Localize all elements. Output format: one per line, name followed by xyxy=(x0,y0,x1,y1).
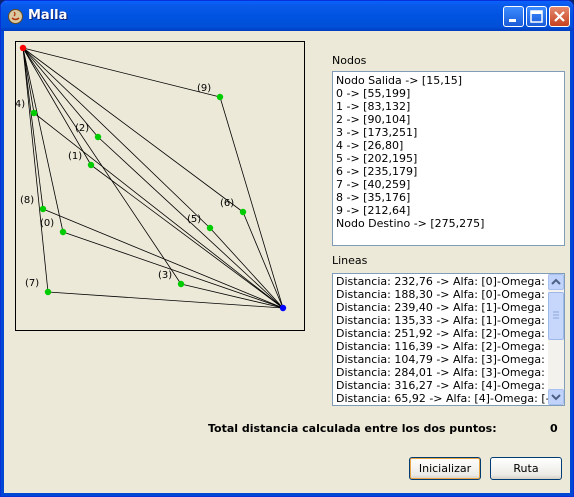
total-distance-value: 0 xyxy=(550,422,558,435)
graph-origin-node[interactable] xyxy=(19,44,27,52)
nodo-list-item[interactable]: 9 -> [212,64] xyxy=(333,204,564,217)
scroll-thumb[interactable] xyxy=(548,292,564,340)
lineas-list[interactable]: Distancia: 232,76 -> Alfa: [0]-Omega: [-… xyxy=(332,273,565,406)
edge-origin-node-5 xyxy=(22,47,211,229)
nodo-list-item[interactable]: 5 -> [202,195] xyxy=(333,152,564,165)
nodo-list-item[interactable]: 6 -> [235,179] xyxy=(333,165,564,178)
graph-node-label: (7) xyxy=(25,278,39,289)
scroll-down-arrow[interactable] xyxy=(548,389,564,405)
graph-node-1[interactable] xyxy=(87,161,95,169)
nodo-list-item[interactable]: 0 -> [55,199] xyxy=(333,87,564,100)
graph-destination-node[interactable] xyxy=(279,304,287,312)
nodo-list-item[interactable]: 7 -> [40,259] xyxy=(333,178,564,191)
edge-origin-node-8 xyxy=(22,47,44,210)
linea-list-item[interactable]: Distancia: 135,33 -> Alfa: [1]-Omega: [-… xyxy=(333,314,564,327)
nodos-list[interactable]: Nodo Salida -> [15,15] 0 -> [55,199] 1 -> … xyxy=(332,71,565,246)
linea-list-item[interactable]: Distancia: 116,39 -> Alfa: [2]-Omega: [-… xyxy=(333,340,564,353)
graph-node-2[interactable] xyxy=(94,133,102,141)
scroll-up-arrow[interactable] xyxy=(548,274,564,290)
graph-node-label: (6) xyxy=(220,198,234,209)
graph-node-label: (8) xyxy=(20,195,34,206)
graph-node-0[interactable] xyxy=(59,228,67,236)
graph-node-7[interactable] xyxy=(44,288,52,296)
linea-list-item[interactable]: Distancia: 232,76 -> Alfa: [0]-Omega: [-… xyxy=(333,275,564,288)
edge-node-0-destination xyxy=(62,231,284,309)
window-frame-left xyxy=(1,31,4,496)
lineas-scrollbar[interactable] xyxy=(548,274,564,405)
maximize-button[interactable] xyxy=(526,6,547,27)
maximize-icon xyxy=(530,10,543,23)
edge-node-5-destination xyxy=(209,227,284,309)
nodo-list-item[interactable]: 3 -> [173,251] xyxy=(333,126,564,139)
graph-node-9[interactable] xyxy=(216,93,224,101)
graph-node-8[interactable] xyxy=(39,205,47,213)
graph-node-label: (1) xyxy=(68,151,82,162)
nodos-label: Nodos xyxy=(332,54,367,67)
edge-origin-node-9 xyxy=(22,47,221,98)
nodo-list-item[interactable]: Nodo Salida -> [15,15] xyxy=(333,74,564,87)
java-app-icon xyxy=(8,9,23,24)
linea-list-item[interactable]: Distancia: 104,79 -> Alfa: [3]-Omega: [-… xyxy=(333,353,564,366)
graph-node-3[interactable] xyxy=(177,280,185,288)
close-icon xyxy=(554,11,565,22)
nodo-list-item[interactable]: 2 -> [90,104] xyxy=(333,113,564,126)
linea-list-item[interactable]: Distancia: 188,30 -> Alfa: [0]-Omega: [-… xyxy=(333,288,564,301)
grip-icon xyxy=(553,311,559,319)
graph-node-label: (0) xyxy=(40,218,54,229)
graph-node-label: (4) xyxy=(16,99,25,110)
title-bar[interactable]: Malla xyxy=(1,1,573,31)
graph-node-5[interactable] xyxy=(206,224,214,232)
edge-node-1-destination xyxy=(90,164,284,309)
chevron-down-icon xyxy=(551,394,561,401)
graph-node-label: (3) xyxy=(158,270,172,281)
window-title: Malla xyxy=(28,8,68,23)
nodo-list-item[interactable]: 4 -> [26,80] xyxy=(333,139,564,152)
total-distance-label: Total distancia calculada entre los dos … xyxy=(208,422,497,435)
edge-node-8-destination xyxy=(42,208,284,309)
linea-list-item[interactable]: Distancia: 251,92 -> Alfa: [2]-Omega: [-… xyxy=(333,327,564,340)
chevron-up-icon xyxy=(551,278,561,285)
graph-canvas[interactable]: (0) (1) (2) (3) (4) (5) (6) (7) (8) (9) xyxy=(11,41,305,331)
lineas-label: Lineas xyxy=(332,254,368,267)
graph-node-label: (5) xyxy=(187,214,201,225)
linea-list-item[interactable]: Distancia: 284,01 -> Alfa: [3]-Omega: [-… xyxy=(333,366,564,379)
window-frame-bottom xyxy=(1,493,573,496)
graph-node-4[interactable] xyxy=(30,109,38,117)
graph-node-label: (9) xyxy=(197,83,211,94)
ruta-button[interactable]: Ruta xyxy=(490,457,562,480)
graph-node-6[interactable] xyxy=(239,208,247,216)
linea-list-item[interactable]: Distancia: 239,40 -> Alfa: [1]-Omega: [-… xyxy=(333,301,564,314)
linea-list-item[interactable]: Distancia: 65,92 -> Alfa: [4]-Omega: [-1… xyxy=(333,392,561,405)
nodo-list-item[interactable]: 1 -> [83,132] xyxy=(333,100,564,113)
graph-node-label: (2) xyxy=(75,123,89,134)
inicializar-button[interactable]: Inicializar xyxy=(409,457,481,480)
nodo-list-item[interactable]: 8 -> [35,176] xyxy=(333,191,564,204)
linea-list-item[interactable]: Distancia: 316,27 -> Alfa: [4]-Omega: [-… xyxy=(333,379,564,392)
main-window: Malla (0) (1) (2) (3) (4) (5) (6) (7) (8) (9) Nod… xyxy=(0,0,574,497)
close-button[interactable] xyxy=(549,6,570,27)
minimize-button[interactable] xyxy=(503,6,524,27)
nodo-list-item[interactable]: Nodo Destino -> [275,275] xyxy=(333,217,564,230)
graph-svg: (0) (1) (2) (3) (4) (5) (6) (7) (8) (9) xyxy=(11,44,287,312)
minimize-icon xyxy=(509,19,516,22)
window-frame-right xyxy=(570,31,573,496)
